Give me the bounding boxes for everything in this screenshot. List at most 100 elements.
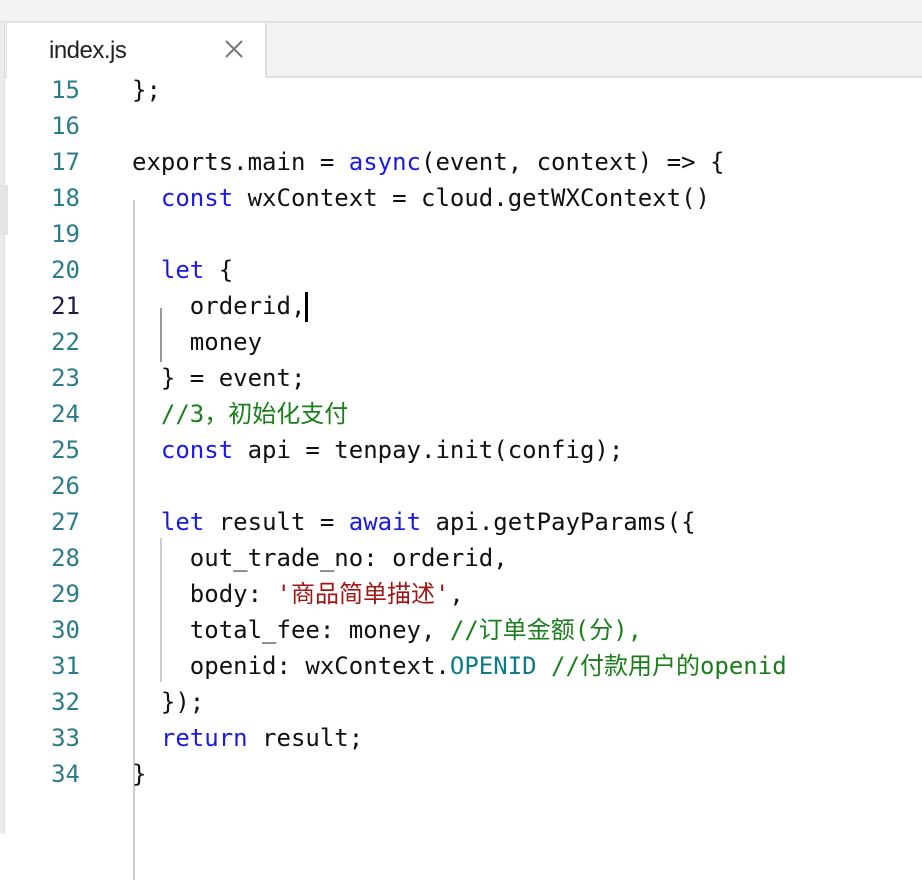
code-text: const wxContext = cloud.getWXContext() <box>132 180 710 216</box>
tab-label: index.js <box>49 36 127 64</box>
code-token: , <box>449 580 464 608</box>
code-text: money <box>132 324 262 360</box>
code-text: //3，初始化支付 <box>132 396 348 432</box>
string-literal: '商品简单描述' <box>276 580 450 608</box>
code-token: api.getPayParams({ <box>421 508 696 536</box>
code-line[interactable]: 15}; <box>0 72 922 108</box>
close-icon[interactable] <box>222 37 246 61</box>
tab-index-js[interactable]: index.js <box>6 23 267 78</box>
line-number: 25 <box>51 436 80 464</box>
code-line[interactable]: 30 total_fee: money, //订单金额(分), <box>0 612 922 648</box>
code-text: } = event; <box>132 360 306 396</box>
line-number: 18 <box>51 184 80 212</box>
code-text: return result; <box>132 720 363 756</box>
code-line[interactable]: 25 const api = tenpay.init(config); <box>0 432 922 468</box>
code-token: }); <box>132 688 205 716</box>
code-text: let result = await api.getPayParams({ <box>132 504 696 540</box>
code-line[interactable]: 34} <box>0 756 922 792</box>
keyword: const <box>160 184 234 212</box>
line-number: 21 <box>51 292 80 320</box>
keyword: await <box>348 508 422 536</box>
code-text: const api = tenpay.init(config); <box>132 432 623 468</box>
line-number: 15 <box>51 76 80 104</box>
code-line[interactable]: 31 openid: wxContext.OPENID //付款用户的openi… <box>0 648 922 684</box>
code-text: out_trade_no: orderid, <box>132 540 508 576</box>
code-text: orderid, <box>132 288 309 324</box>
code-token: (event, context) => { <box>421 148 725 176</box>
comment: //3，初始化支付 <box>160 400 349 428</box>
code-line[interactable]: 16 <box>0 108 922 144</box>
code-token: result = <box>204 508 349 536</box>
code-line[interactable]: 27 let result = await api.getPayParams({ <box>0 504 922 540</box>
code-line[interactable]: 20 let { <box>0 252 922 288</box>
line-number: 29 <box>51 580 80 608</box>
code-token: total_fee: money, <box>132 616 450 644</box>
code-editor[interactable]: 15}; 16 17 exports.main = async(event, cont… <box>0 72 922 880</box>
code-text: total_fee: money, //订单金额(分), <box>132 612 642 648</box>
code-line[interactable]: 29 body: '商品简单描述', <box>0 576 922 612</box>
comment: //订单金额(分), <box>449 616 643 644</box>
code-token: money <box>132 328 263 356</box>
code-token: { <box>204 256 234 284</box>
code-line[interactable]: 33 return result; <box>0 720 922 756</box>
text-cursor <box>305 292 309 322</box>
code-text: }; <box>132 72 161 108</box>
code-line[interactable]: 21 orderid, <box>0 288 922 324</box>
code-text: }); <box>132 684 204 720</box>
line-number: 33 <box>51 724 80 752</box>
top-toolbar <box>0 0 922 23</box>
code-text: openid: wxContext.OPENID //付款用户的openid <box>132 648 787 684</box>
line-number: 16 <box>51 112 80 140</box>
code-text: let { <box>132 252 233 288</box>
constant: OPENID <box>449 652 537 680</box>
keyword: let <box>160 508 205 536</box>
line-number: 19 <box>51 220 80 248</box>
code-token: out_trade_no: orderid, <box>132 544 508 572</box>
code-token: result; <box>247 724 364 752</box>
code-line[interactable]: 26 <box>0 468 922 504</box>
code-token: wxContext = cloud.getWXContext() <box>233 184 710 212</box>
keyword: let <box>160 256 205 284</box>
code-token: }; <box>132 76 161 104</box>
code-token: } <box>132 760 147 788</box>
code-line[interactable]: 32 }); <box>0 684 922 720</box>
line-number: 20 <box>51 256 80 284</box>
line-number: 27 <box>51 508 80 536</box>
line-number: 26 <box>51 472 80 500</box>
keyword: return <box>160 724 248 752</box>
code-token: body: <box>132 580 277 608</box>
code-token: orderid, <box>132 292 306 320</box>
line-number: 32 <box>51 688 80 716</box>
line-number: 31 <box>51 652 80 680</box>
line-number: 34 <box>51 760 80 788</box>
code-line[interactable]: 19 <box>0 216 922 252</box>
code-token: api = tenpay.init(config); <box>233 436 624 464</box>
line-number: 22 <box>51 328 80 356</box>
code-token: } = event; <box>132 364 306 392</box>
keyword: const <box>160 436 234 464</box>
keyword: async <box>348 148 421 176</box>
line-number: 24 <box>51 400 80 428</box>
code-line[interactable]: 23 } = event; <box>0 360 922 396</box>
code-line[interactable]: 17 exports.main = async(event, context) =… <box>0 144 922 180</box>
code-text: exports.main = async(event, context) => … <box>132 144 724 180</box>
line-number: 28 <box>51 544 80 572</box>
code-text: body: '商品简单描述', <box>132 576 464 612</box>
line-number: 30 <box>51 616 80 644</box>
code-line[interactable]: 28 out_trade_no: orderid, <box>0 540 922 576</box>
code-text: } <box>132 756 146 792</box>
line-number: 23 <box>51 364 80 392</box>
code-line[interactable]: 22 money <box>0 324 922 360</box>
code-line[interactable]: 18 const wxContext = cloud.getWXContext(… <box>0 180 922 216</box>
comment: //付款用户的openid <box>551 652 787 680</box>
code-token: openid: wxContext. <box>132 652 450 680</box>
code-line[interactable]: 24 //3，初始化支付 <box>0 396 922 432</box>
code-token: exports.main = <box>132 148 349 176</box>
